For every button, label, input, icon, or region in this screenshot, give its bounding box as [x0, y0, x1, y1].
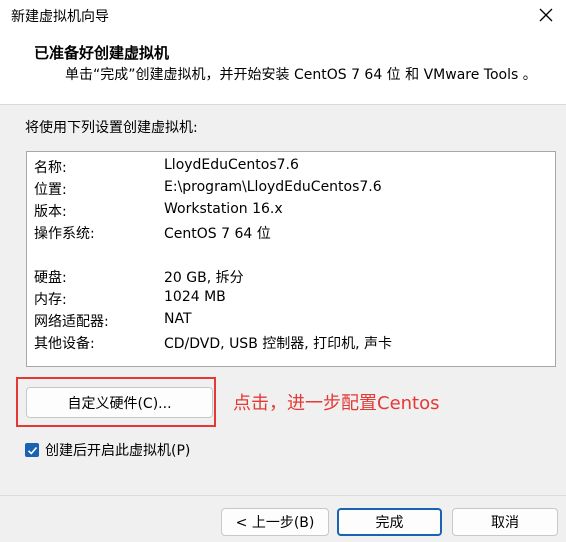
window-title: 新建虚拟机向导 [11, 9, 109, 25]
settings-value: LloydEduCentos7.6 [164, 157, 299, 173]
settings-key: 名称: [34, 160, 67, 176]
settings-key: 版本: [34, 204, 67, 220]
settings-value: E:\program\LloydEduCentos7.6 [164, 179, 382, 195]
power-on-label: 创建后开启此虚拟机(P) [45, 443, 191, 459]
settings-value: 20 GB, 拆分 [164, 270, 244, 286]
annotation-text: 点击，进一步配置Centos [233, 393, 440, 414]
finish-button[interactable]: 完成 [337, 508, 442, 536]
power-on-option[interactable]: 创建后开启此虚拟机(P) [25, 440, 190, 460]
footer-divider [0, 495, 566, 496]
back-button[interactable]: < 上一步(B) [221, 508, 329, 536]
settings-value: 1024 MB [164, 289, 226, 305]
header-subtitle: 单击“完成”创建虚拟机，并开始安装 CentOS 7 64 位 和 VMware… [65, 67, 537, 83]
settings-key: 操作系统: [34, 226, 95, 242]
settings-value: CentOS 7 64 位 [164, 226, 271, 242]
checkmark-icon [27, 446, 37, 455]
settings-key: 硬盘: [34, 270, 67, 286]
power-on-checkbox[interactable] [25, 443, 39, 457]
settings-summary: 名称: LloydEduCentos7.6 位置: E:\program\Llo… [26, 151, 556, 367]
settings-value: CD/DVD, USB 控制器, 打印机, 声卡 [164, 336, 393, 352]
settings-value: Workstation 16.x [164, 201, 283, 217]
wizard-header: 已准备好创建虚拟机 单击“完成”创建虚拟机，并开始安装 CentOS 7 64 … [0, 30, 566, 105]
customize-hardware-button[interactable]: 自定义硬件(C)... [26, 387, 213, 418]
cancel-button[interactable]: 取消 [452, 508, 558, 536]
settings-intro: 将使用下列设置创建虚拟机: [25, 120, 198, 136]
settings-value: NAT [164, 311, 192, 327]
close-icon [539, 8, 553, 22]
header-title: 已准备好创建虚拟机 [34, 44, 170, 62]
settings-key: 其他设备: [34, 336, 95, 352]
settings-key: 内存: [34, 292, 67, 308]
settings-key: 网络适配器: [34, 314, 109, 330]
close-button[interactable] [526, 0, 566, 30]
title-bar: 新建虚拟机向导 [0, 0, 566, 30]
settings-key: 位置: [34, 182, 67, 198]
